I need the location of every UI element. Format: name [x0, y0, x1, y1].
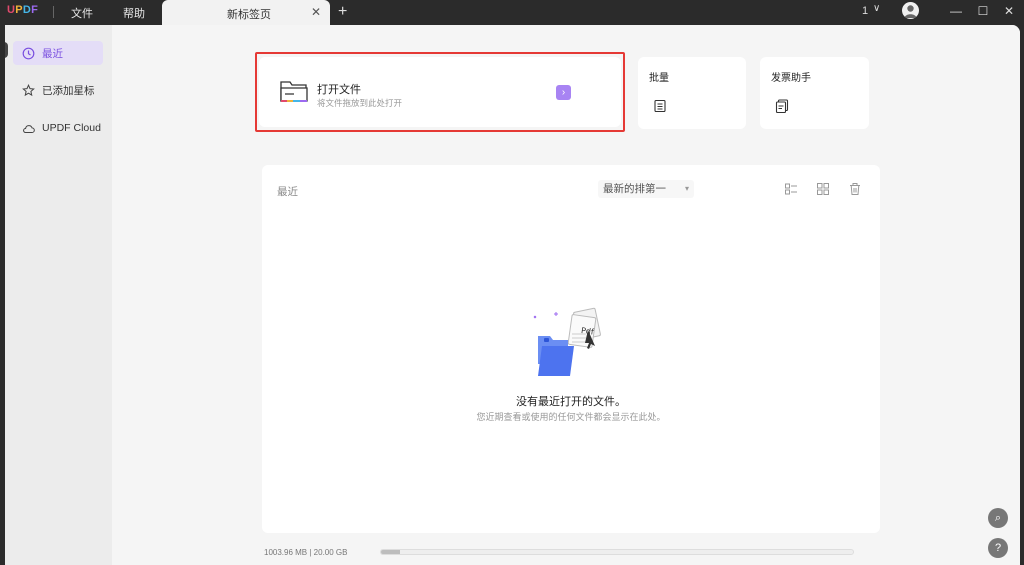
app-window: 最近 已添加星标 UPDF Cloud 打开文件 将文件拖放到此处打开 › 批量…	[5, 25, 1020, 565]
trash-icon[interactable]	[848, 182, 862, 196]
tab-new[interactable]: 新标签页 ✕	[162, 0, 330, 25]
main-area: 打开文件 将文件拖放到此处打开 › 批量 发票助手 最近 最新的排第一 ▾ Pd…	[112, 25, 1020, 565]
recent-panel: 最近 最新的排第一 ▾ Pdf 没有最近打开的文件。 您近期查看或使用的任何文件…	[262, 165, 880, 533]
recent-title: 最近	[277, 186, 298, 198]
menu-file[interactable]: 文件	[71, 5, 93, 21]
storage-usage-text: 1003.96 MB | 20.00 GB	[264, 548, 348, 557]
open-file-title: 打开文件	[317, 84, 361, 96]
folder-icon	[279, 77, 309, 105]
add-tab-button[interactable]: +	[338, 2, 347, 22]
minimize-button[interactable]: —	[946, 2, 966, 20]
menu-help[interactable]: 帮助	[123, 5, 145, 21]
help-button[interactable]: ?	[988, 538, 1008, 558]
chevron-down-icon[interactable]: ∨	[873, 3, 880, 14]
sidebar-item-label: 已添加星标	[42, 84, 95, 97]
divider	[53, 6, 54, 18]
storage-progress-fill	[381, 550, 400, 554]
tab-count[interactable]: 1	[862, 5, 868, 17]
sidebar-item-cloud[interactable]: UPDF Cloud	[13, 116, 103, 140]
tab-label: 新标签页	[227, 9, 271, 21]
search-button[interactable]: ⌕	[988, 508, 1008, 528]
open-file-card[interactable]: 打开文件 将文件拖放到此处打开 ›	[259, 57, 621, 127]
sidebar: 最近 已添加星标 UPDF Cloud	[5, 25, 112, 565]
batch-card[interactable]: 批量	[638, 57, 746, 129]
chevron-down-icon: ▾	[684, 184, 689, 193]
sidebar-item-label: UPDF Cloud	[42, 122, 101, 134]
batch-doc-icon	[651, 97, 669, 115]
clock-icon	[21, 46, 35, 60]
empty-state-title: 没有最近打开的文件。	[516, 396, 626, 408]
storage-progress-bar	[380, 549, 854, 555]
avatar[interactable]	[902, 2, 919, 19]
sort-dropdown[interactable]: 最新的排第一 ▾	[598, 180, 694, 198]
invoice-title: 发票助手	[771, 73, 811, 84]
empty-folder-illustration: Pdf	[530, 300, 614, 380]
updf-logo: UPDF	[7, 4, 39, 16]
sidebar-item-recent[interactable]: 最近	[13, 41, 103, 65]
grid-view-icon[interactable]	[816, 182, 830, 196]
sidebar-item-starred[interactable]: 已添加星标	[13, 78, 103, 102]
star-icon	[21, 83, 35, 97]
invoice-card[interactable]: 发票助手	[760, 57, 869, 129]
maximize-button[interactable]: ☐	[973, 2, 993, 20]
sort-label: 最新的排第一	[603, 183, 666, 195]
tab-close-icon[interactable]: ✕	[311, 5, 321, 19]
sidebar-collapse-handle[interactable]	[5, 42, 8, 58]
list-view-icon[interactable]	[784, 182, 798, 196]
sidebar-item-label: 最近	[42, 47, 63, 60]
cloud-icon	[21, 121, 35, 135]
empty-state-subtitle: 您近期查看或使用的任何文件都会显示在此处。	[476, 412, 666, 422]
batch-title: 批量	[649, 73, 669, 84]
close-button[interactable]: ✕	[999, 2, 1019, 20]
invoice-icon	[773, 97, 791, 115]
open-file-arrow-button[interactable]: ›	[556, 85, 571, 100]
open-file-subtitle: 将文件拖放到此处打开	[317, 98, 403, 108]
title-bar: UPDF 文件 帮助 新标签页 ✕ + 1 ∨ — ☐ ✕	[0, 0, 1024, 25]
